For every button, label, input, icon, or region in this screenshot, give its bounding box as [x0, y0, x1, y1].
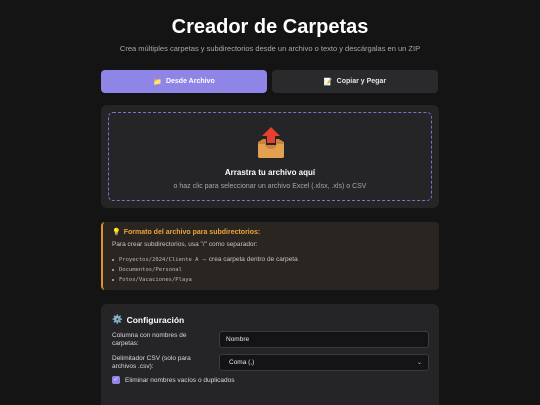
format-info-box: 💡 Formato del archivo para subdirectorio… [101, 222, 439, 290]
example-path: Fotos/Vacaciones/Playa [119, 277, 192, 283]
chevron-down-icon: ⌄ [416, 360, 422, 366]
remove-duplicates-checkbox[interactable]: ✓ [112, 376, 120, 384]
tab-copiar-pegar[interactable]: 📝 Copiar y Pegar [272, 70, 438, 93]
example-path: Documentos/Personal [119, 267, 182, 273]
column-name-value: Nombre [226, 336, 250, 343]
format-examples: Proyectos/2024/Cliente A → crea carpeta … [112, 255, 430, 285]
csv-delimiter-label: Delimitador CSV (solo para archivos .csv… [112, 355, 191, 370]
list-item: Fotos/Vacaciones/Playa [112, 275, 430, 285]
example-path: Proyectos/2024/Cliente A [119, 257, 199, 263]
inbox-upload-icon [258, 127, 284, 158]
memo-icon: 📝 [323, 78, 333, 86]
tab-label: Desde Archivo [165, 78, 215, 85]
format-info-heading: Formato del archivo para subdirectorios: [123, 228, 261, 236]
folder-icon: 📁 [153, 78, 162, 86]
csv-delimiter-select[interactable]: Coma (,) ⌄ [219, 354, 429, 371]
dropzone-title: Arrastra tu archivo aquí [224, 168, 316, 177]
csv-delimiter-value: Coma (,) [229, 359, 255, 366]
tab-desde-archivo[interactable]: 📁 Desde Archivo [101, 70, 267, 93]
app-root: Creador de Carpetas Crea múltiples carpe… [0, 0, 540, 405]
column-name-input[interactable]: Nombre [219, 331, 429, 348]
tab-label: Copiar y Pegar [336, 78, 387, 85]
upload-card: Arrastra tu archivo aquí o haz clic para… [101, 105, 439, 208]
checkmark-icon: ✓ [113, 377, 119, 383]
bullet-icon [112, 259, 114, 261]
format-info-title: 💡 Formato del archivo para subdirectorio… [112, 228, 430, 237]
list-item: Documentos/Personal [112, 265, 430, 275]
remove-duplicates-label: Eliminar nombres vacíos o duplicados [125, 376, 235, 384]
bullet-icon [112, 269, 114, 271]
lightbulb-icon: 💡 [112, 229, 121, 236]
page-title: Creador de Carpetas [171, 16, 369, 38]
config-title: ⚙️ Configuración [112, 314, 184, 325]
format-info-description: Para crear subdirectorios, usa "/" como … [112, 241, 258, 248]
bullet-icon [112, 279, 114, 281]
example-note: → crea carpeta dentro de carpeta [200, 256, 298, 263]
column-name-label: Columna con nombres de carpetas: [112, 332, 187, 347]
mode-tabs: 📁 Desde Archivo 📝 Copiar y Pegar [101, 70, 439, 93]
config-heading: Configuración [126, 314, 185, 325]
file-dropzone[interactable]: Arrastra tu archivo aquí o haz clic para… [108, 112, 432, 201]
dropzone-hint: o haz clic para seleccionar un archivo E… [173, 183, 367, 190]
page-subtitle: Crea múltiples carpetas y subdirectorios… [119, 44, 421, 53]
list-item: Proyectos/2024/Cliente A → crea carpeta … [112, 255, 430, 265]
gear-icon: ⚙️ [112, 314, 123, 324]
remove-duplicates-row: ✓ Eliminar nombres vacíos o duplicados [112, 376, 234, 384]
